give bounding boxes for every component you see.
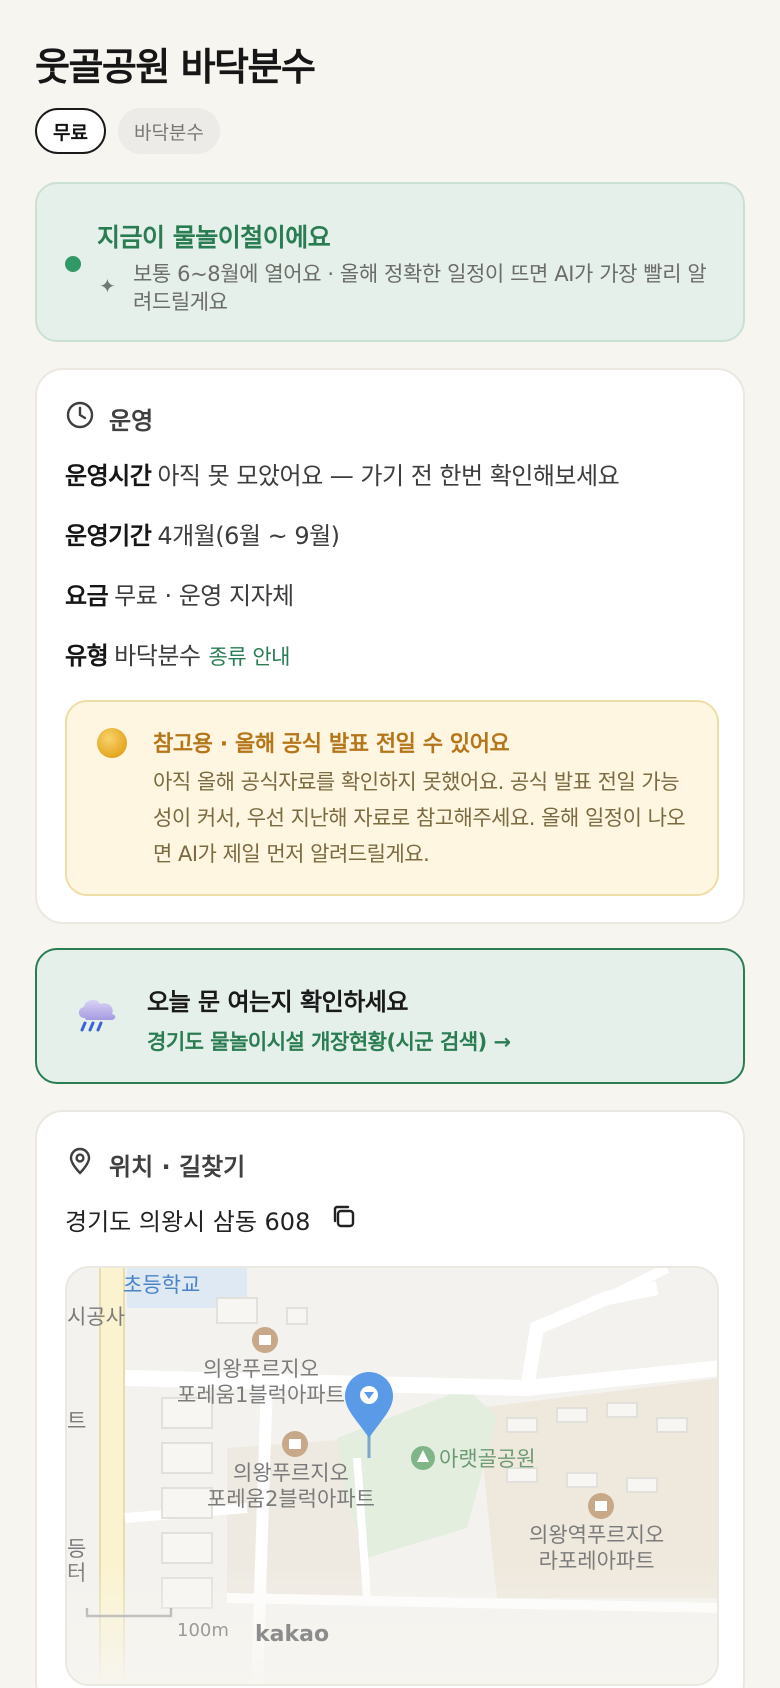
open-check-card[interactable]: 오늘 문 여는지 확인하세요 경기도 물놀이시설 개장현황(시군 검색) → <box>35 948 745 1084</box>
map-view[interactable]: 초등학교 시공사 의왕푸르지오 포레움1블럭아파트 의왕푸르지오 포레움2블럭아파트… <box>65 1266 719 1686</box>
season-title: 지금이 물놀이철이에요 <box>97 223 331 252</box>
address-row: 경기도 의왕시 삼동 608 <box>65 1202 358 1237</box>
row-value: 무료 · 운영 지자체 <box>114 582 294 610</box>
row-value: 4개월(6월 ~ 9월) <box>157 522 340 550</box>
location-pin-icon <box>65 1146 95 1182</box>
clock-icon <box>65 400 95 436</box>
type-guide-link[interactable]: 종류 안내 <box>209 645 291 669</box>
info-row-hours: 운영시간 아직 못 모았어요 — 가기 전 한번 확인해보세요 <box>65 456 620 491</box>
map-label-edge-1: 트 <box>67 1409 87 1433</box>
notice-title: 참고용 · 올해 공식 발표 전일 수 있어요 <box>153 732 510 757</box>
row-label: 운영기간 <box>65 522 152 550</box>
map-label-construction: 시공사 <box>67 1305 125 1329</box>
map-label-edge-2: 등 <box>67 1537 87 1561</box>
row-label: 운영시간 <box>65 462 152 490</box>
reference-notice: 참고용 · 올해 공식 발표 전일 수 있어요 아직 올해 공식자료를 확인하지… <box>65 700 719 896</box>
season-description: 보통 6~8월에 열어요 · 올해 정확한 일정이 뜨면 AI가 가장 빨리 알… <box>133 262 707 314</box>
tag-list: 무료 바닥분수 <box>35 108 220 154</box>
apartment-1-line-2: 포레움1블럭아파트 <box>177 1383 345 1407</box>
info-row-fee: 요금 무료 · 운영 지자체 <box>65 576 294 611</box>
sparkle-icon: ✦ <box>99 274 116 298</box>
operation-card: 운영 운영시간 아직 못 모았어요 — 가기 전 한번 확인해보세요 운영기간 4개… <box>35 368 745 924</box>
open-check-title: 오늘 문 여는지 확인하세요 <box>147 988 408 1016</box>
row-value: 바닥분수 <box>114 642 201 670</box>
operation-heading-label: 운영 <box>109 406 154 435</box>
status-dot <box>65 256 81 272</box>
notice-body: 아직 올해 공식자료를 확인하지 못했어요. 공식 발표 전일 가능성이 커서,… <box>153 770 686 866</box>
moon-icon <box>97 728 127 758</box>
row-label: 요금 <box>65 582 109 610</box>
map-label-school: 초등학교 <box>123 1273 201 1297</box>
location-card: 위치 · 길찾기 경기도 의왕시 삼동 608 초등학교 시공사 의왕푸르지오 … <box>35 1110 745 1688</box>
apartment-3-line-1: 의왕역푸르지오 <box>529 1523 665 1547</box>
map-brand-logo: kakao <box>255 1622 330 1647</box>
map-scale: 100m <box>177 1620 229 1641</box>
map-fade <box>67 1564 717 1684</box>
operation-heading: 운영 <box>65 400 153 436</box>
address-text: 경기도 의왕시 삼동 608 <box>65 1208 311 1236</box>
apartment-1-line-1: 의왕푸르지오 <box>203 1357 319 1381</box>
map-label-apartment-2: 의왕푸르지오 포레움2블럭아파트 <box>207 1460 375 1512</box>
season-banner: 지금이 물놀이철이에요 ✦ 보통 6~8월에 열어요 · 올해 정확한 일정이 … <box>35 182 745 342</box>
location-heading: 위치 · 길찾기 <box>65 1146 245 1182</box>
rain-cloud-icon <box>73 994 119 1038</box>
map-label-park: 아랫골공원 <box>439 1447 536 1471</box>
tag-floor-fountain[interactable]: 바닥분수 <box>117 108 220 154</box>
map-label-apartment-1: 의왕푸르지오 포레움1블럭아파트 <box>177 1356 345 1408</box>
copy-icon[interactable] <box>330 1203 358 1237</box>
open-status-link[interactable]: 경기도 물놀이시설 개장현황(시군 검색) → <box>147 1026 511 1056</box>
row-value: 아직 못 모았어요 — 가기 전 한번 확인해보세요 <box>157 462 620 490</box>
location-heading-label: 위치 · 길찾기 <box>109 1152 246 1181</box>
page-title: 웃골공원 바닥분수 <box>35 45 316 89</box>
apartment-2-line-1: 의왕푸르지오 <box>233 1461 349 1485</box>
info-row-type: 유형 바닥분수 종류 안내 <box>65 636 290 671</box>
row-label: 유형 <box>65 642 109 670</box>
apartment-2-line-2: 포레움2블럭아파트 <box>207 1487 375 1511</box>
info-row-period: 운영기간 4개월(6월 ~ 9월) <box>65 516 340 551</box>
tag-free[interactable]: 무료 <box>35 108 106 154</box>
